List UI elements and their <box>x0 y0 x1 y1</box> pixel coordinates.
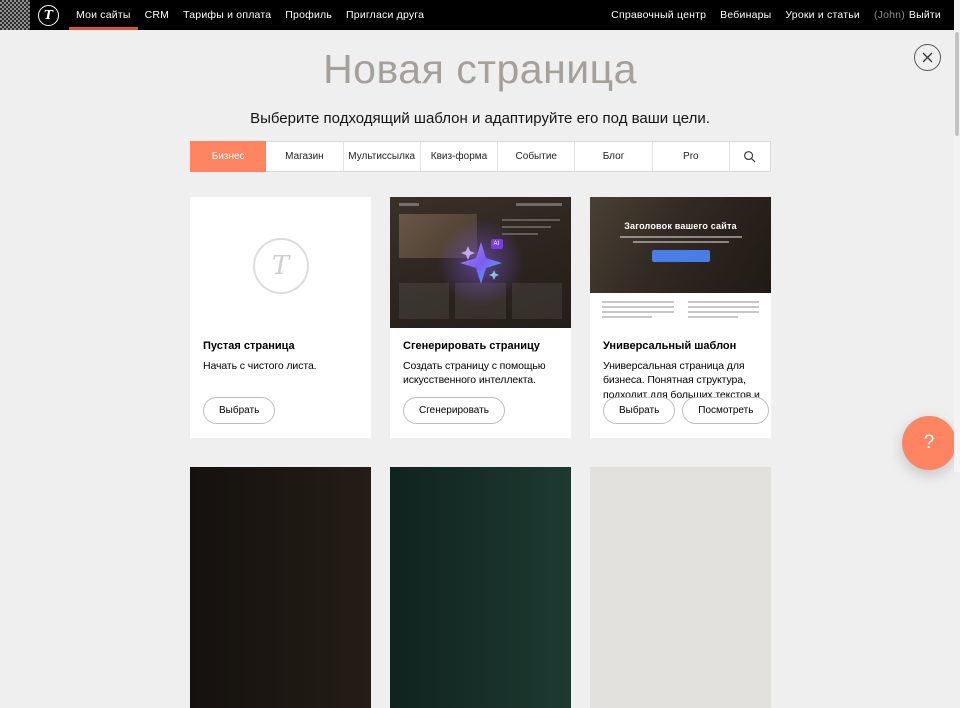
preview-site-heading: Заголовок вашего сайта <box>590 221 771 231</box>
template-card-partial[interactable] <box>190 467 371 708</box>
search-icon <box>743 150 756 163</box>
tab-store[interactable]: Магазин <box>266 142 343 171</box>
template-card-partial[interactable] <box>390 467 571 708</box>
scrollbar-thumb[interactable] <box>955 32 959 136</box>
nav-my-sites[interactable]: Мои сайты <box>69 0 138 30</box>
page-subtitle: Выберите подходящий шаблон и адаптируйте… <box>0 110 960 127</box>
preview-text-section <box>590 293 771 328</box>
partial-preview <box>590 467 771 708</box>
preview-template-button[interactable]: Посмотреть <box>682 397 769 424</box>
preview-cta-button <box>652 250 710 262</box>
nav-logout-label: Выйти <box>909 9 941 21</box>
tab-search[interactable] <box>730 142 770 171</box>
select-template-button[interactable]: Выбрать <box>603 397 675 424</box>
tab-quiz-form[interactable]: Квиз-форма <box>421 142 498 171</box>
template-card-partial[interactable] <box>590 467 771 708</box>
generate-button[interactable]: Сгенерировать <box>403 397 505 424</box>
template-tabs: Бизнес Магазин Мультиссылка Квиз-форма С… <box>190 141 771 172</box>
card-actions: Выбрать <box>203 397 275 424</box>
tab-blog[interactable]: Блог <box>575 142 652 171</box>
scrollbar <box>954 0 960 472</box>
nav-profile[interactable]: Профиль <box>278 0 339 30</box>
card-title: Пустая страница <box>203 340 360 352</box>
top-navbar: T Мои сайты CRM Тарифы и оплата Профиль … <box>0 0 960 30</box>
ai-badge: AI <box>491 239 503 249</box>
nav-left-menu: Мои сайты CRM Тарифы и оплата Профиль Пр… <box>69 0 431 30</box>
tab-pro[interactable]: Pro <box>653 142 730 171</box>
card-title: Сгенерировать страницу <box>403 340 560 352</box>
tab-multilink[interactable]: Мультиссылка <box>344 142 421 171</box>
card-body: Пустая страница Начать с чистого листа. <box>203 340 360 373</box>
help-button[interactable]: ? <box>902 416 956 470</box>
nav-logout[interactable]: (John) Выйти <box>867 0 948 30</box>
nav-crm[interactable]: CRM <box>138 0 177 30</box>
card-description: Начать с чистого листа. <box>203 359 360 373</box>
nav-username: (John) <box>874 9 905 21</box>
nav-invite-friend[interactable]: Пригласи друга <box>339 0 431 30</box>
tab-business[interactable]: Бизнес <box>190 141 266 172</box>
card-description: Создать страницу с помощью искусственног… <box>403 359 560 388</box>
tab-event[interactable]: Событие <box>498 142 575 171</box>
page-title: Новая страница <box>0 46 960 93</box>
template-preview[interactable]: Заголовок вашего сайта <box>590 197 771 328</box>
preview-caption-line <box>620 236 742 238</box>
preview-hero-content: Заголовок вашего сайта <box>590 221 771 262</box>
nav-webinars[interactable]: Вебинары <box>713 0 778 30</box>
partial-preview <box>190 467 371 708</box>
tilda-logo[interactable]: T <box>38 5 59 26</box>
nav-lessons[interactable]: Уроки и статьи <box>778 0 867 30</box>
tilda-watermark-logo: T <box>253 238 309 294</box>
select-blank-button[interactable]: Выбрать <box>203 397 275 424</box>
partial-preview <box>390 467 571 708</box>
template-card-grid: T Пустая страница Начать с чистого листа… <box>190 197 771 708</box>
card-title: Универсальный шаблон <box>603 340 760 352</box>
preview-caption-line <box>633 241 729 243</box>
card-actions: Выбрать Посмотреть <box>603 397 769 424</box>
texture-pattern <box>0 0 30 30</box>
card-ai-generate[interactable]: AI Сгенерировать страницу Создать страни… <box>390 197 571 438</box>
nav-plans[interactable]: Тарифы и оплата <box>176 0 278 30</box>
card-actions: Сгенерировать <box>403 397 505 424</box>
nav-right-menu: Справочный центр Вебинары Уроки и статьи… <box>604 0 948 30</box>
card-body: Сгенерировать страницу Создать страницу … <box>403 340 560 388</box>
card-universal-template[interactable]: Заголовок вашего сайта Универсальный шаб… <box>590 197 771 438</box>
preview-topbar <box>399 203 562 206</box>
ai-preview[interactable]: AI <box>390 197 571 328</box>
nav-help-center[interactable]: Справочный центр <box>604 0 713 30</box>
card-blank-page[interactable]: T Пустая страница Начать с чистого листа… <box>190 197 371 438</box>
